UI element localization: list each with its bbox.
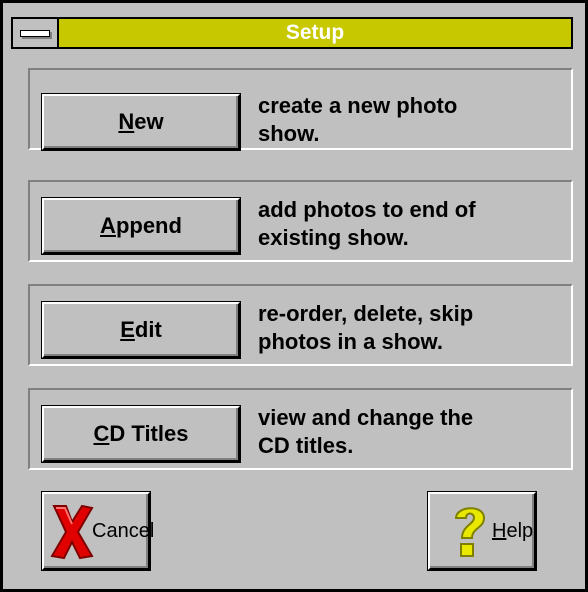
new-button[interactable]: New — [42, 94, 240, 150]
edit-button-label: dit — [134, 317, 162, 342]
system-menu-button[interactable] — [13, 19, 59, 47]
new-button-label: ew — [134, 109, 164, 134]
window-title: Setup — [285, 21, 345, 44]
edit-description-line1: re-order, delete, skip — [258, 301, 474, 326]
help-label-rest: elp — [506, 520, 534, 542]
cd-titles-button-mnemonic: C — [93, 421, 110, 446]
red-x-icon — [50, 504, 94, 560]
cd-titles-description: view and change the CD titles. — [258, 404, 473, 460]
help-mnemonic: H — [492, 520, 507, 542]
append-button[interactable]: Append — [42, 198, 240, 254]
system-menu-icon — [20, 30, 50, 37]
edit-description: re-order, delete, skip photos in a show. — [258, 300, 473, 356]
cancel-label-rest: ancel — [106, 520, 155, 542]
cd-titles-description-line1: view and change the — [258, 405, 474, 430]
append-button-mnemonic: A — [100, 213, 116, 238]
help-button[interactable]: Help — [428, 492, 536, 570]
edit-button[interactable]: Edit — [42, 302, 240, 358]
title-bar: Setup — [11, 17, 573, 49]
edit-description-line2: photos in a show. — [258, 329, 443, 354]
cd-titles-button-label: D Titles — [109, 421, 189, 446]
cancel-label: Cancel — [92, 520, 154, 543]
append-description-line1: add photos to end of — [258, 197, 476, 222]
cd-titles-button[interactable]: CD Titles — [42, 406, 240, 462]
append-button-label: ppend — [115, 213, 182, 238]
new-description: create a new photo show. — [258, 92, 457, 148]
question-mark-icon — [454, 507, 486, 557]
new-description-line1: create a new photo — [258, 93, 458, 118]
cancel-button[interactable]: Cancel — [42, 492, 154, 570]
new-button-mnemonic: N — [118, 109, 135, 134]
cd-titles-description-line2: CD titles. — [258, 433, 354, 458]
append-description-line2: existing show. — [258, 225, 409, 250]
cancel-mnemonic: C — [92, 520, 107, 542]
append-description: add photos to end of existing show. — [258, 196, 476, 252]
edit-button-mnemonic: E — [120, 317, 135, 342]
new-description-line2: show. — [258, 121, 320, 146]
help-label: Help — [492, 520, 533, 543]
